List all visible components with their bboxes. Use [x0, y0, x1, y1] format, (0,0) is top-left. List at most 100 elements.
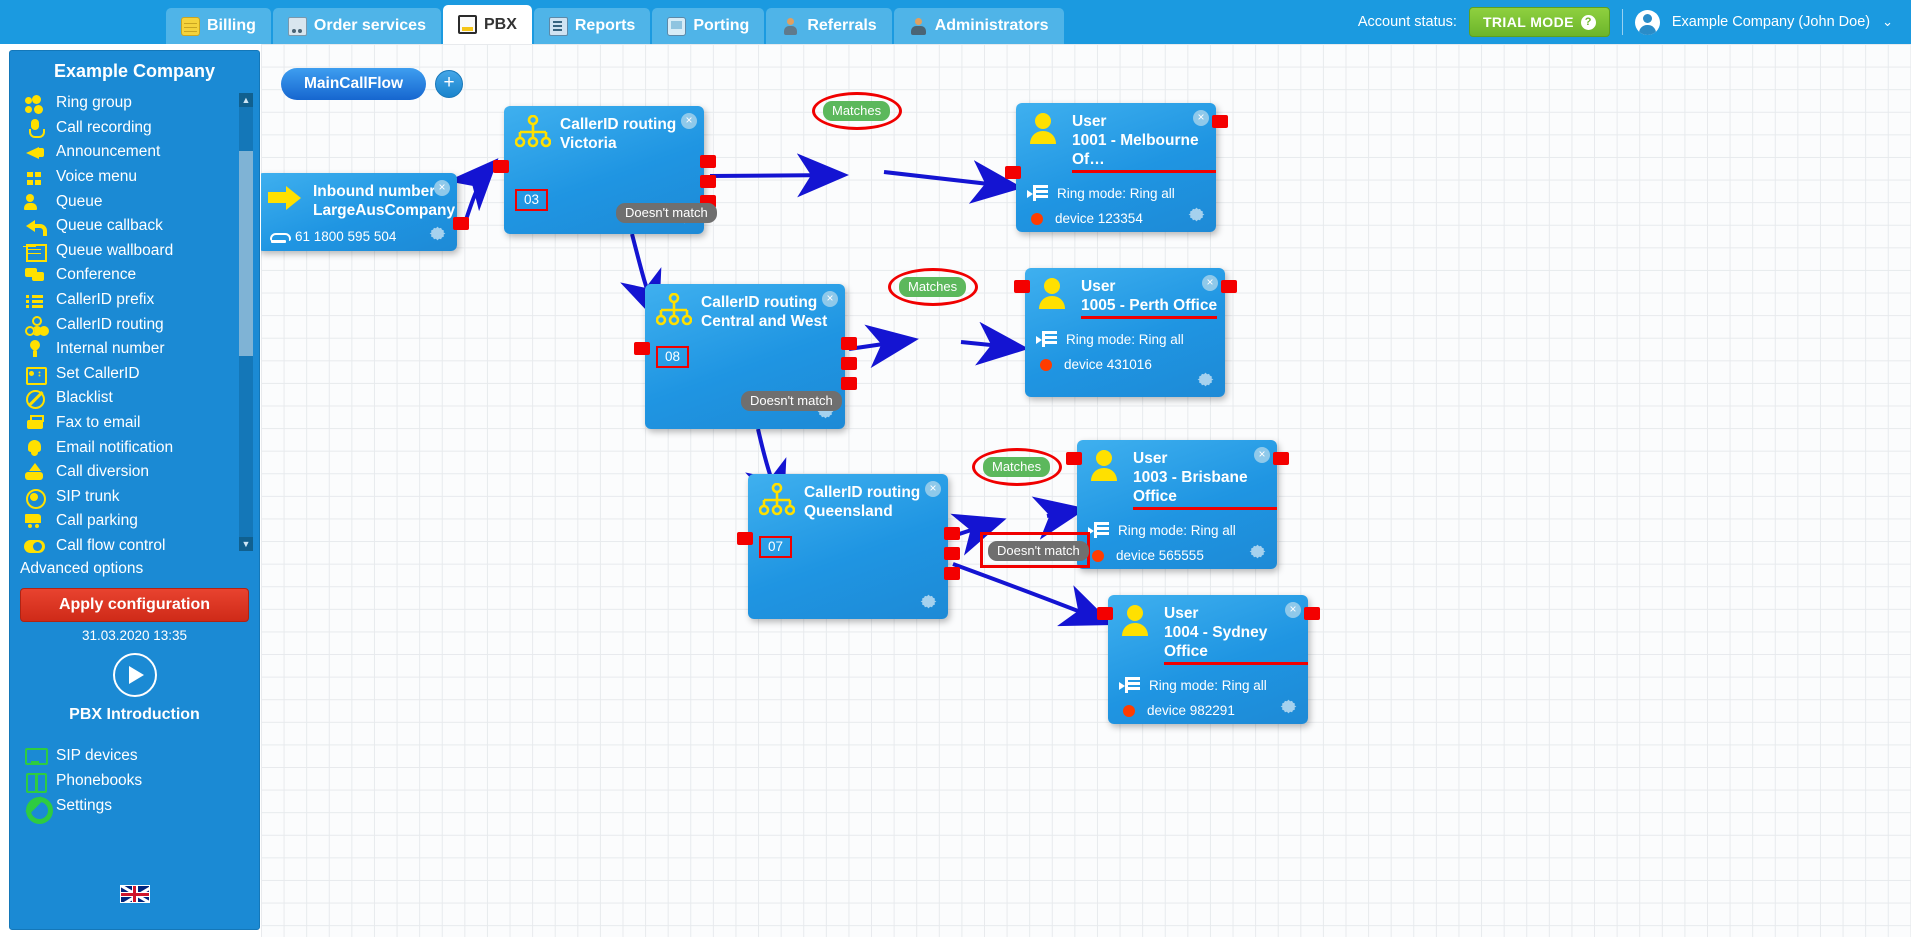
sidebar-item-call-recording[interactable]: Call recording — [10, 116, 259, 141]
sidebar-item-label: Call diversion — [56, 463, 150, 481]
sidebar-item-ring-group[interactable]: Ring group — [10, 91, 259, 116]
close-icon[interactable]: × — [822, 291, 838, 307]
sidebar-link-phonebooks[interactable]: Phonebooks — [24, 768, 259, 793]
close-icon[interactable]: × — [681, 113, 697, 129]
output-port[interactable] — [1212, 115, 1228, 128]
trial-mode-badge[interactable]: TRIAL MODE ? — [1468, 7, 1610, 37]
sidebar-link-sip-devices[interactable]: SIP devices — [24, 743, 259, 768]
sidebar-item-queue[interactable]: Queue — [10, 189, 259, 214]
output-port[interactable] — [1221, 280, 1237, 293]
sidebar-item-set-callerid[interactable]: Set CallerID — [10, 362, 259, 387]
node-user-sydney[interactable]: × User 1004 - Sydney Office Ring mode: R… — [1097, 595, 1320, 724]
user-name-label[interactable]: Example Company (John Doe) — [1672, 14, 1870, 30]
sidebar-scrollbar-thumb[interactable] — [239, 151, 253, 356]
sidebar-item-email-notification[interactable]: Email notification — [10, 435, 259, 460]
node-user-brisbane[interactable]: × User 1003 - Brisbane Office Ring mode:… — [1066, 440, 1289, 569]
sidebar-item-label: Call flow control — [56, 536, 166, 554]
input-port[interactable] — [1097, 607, 1113, 620]
advanced-options-link[interactable]: Advanced options — [10, 556, 259, 582]
tab-order-services[interactable]: Order services — [272, 8, 441, 44]
gear-icon[interactable] — [1186, 204, 1207, 225]
close-icon[interactable]: × — [1193, 110, 1209, 126]
node-user-perth[interactable]: × User 1005 - Perth Office Ring mode: Ri… — [1014, 268, 1237, 397]
sidebar-item-callerid-routing[interactable]: CallerID routing — [10, 312, 259, 337]
output-port[interactable] — [453, 217, 469, 230]
id-card-icon — [24, 364, 47, 385]
sidebar-item-label: Call recording — [56, 118, 152, 136]
user-icon — [1027, 112, 1063, 148]
sidebar-item-queue-callback[interactable]: Queue callback — [10, 214, 259, 239]
sidebar-item-sip-trunk[interactable]: SIP trunk — [10, 485, 259, 510]
node-ring-mode: Ring mode: Ring all — [1118, 523, 1236, 538]
sidebar-link-settings[interactable]: Settings — [24, 793, 259, 824]
output-port-matches[interactable] — [700, 155, 716, 168]
node-inbound-number[interactable]: × Inbound number LargeAusCompany 61 1800… — [261, 173, 469, 251]
output-port-doesnt-match[interactable] — [944, 567, 960, 580]
sidebar-item-fax-to-email[interactable]: Fax to email — [10, 411, 259, 436]
play-icon[interactable] — [112, 653, 157, 697]
add-flow-button[interactable]: + — [435, 70, 463, 98]
tab-administrators[interactable]: Administrators — [893, 8, 1064, 44]
output-port-matches[interactable] — [944, 527, 960, 540]
sidebar-item-blacklist[interactable]: Blacklist — [10, 386, 259, 411]
close-icon[interactable]: × — [1202, 275, 1218, 291]
gear-icon[interactable] — [427, 223, 448, 244]
output-port[interactable] — [1273, 452, 1289, 465]
node-title-line2: LargeAusCompany — [313, 202, 456, 219]
chevron-down-icon[interactable]: ⌄ — [1882, 14, 1893, 30]
gear-icon[interactable] — [1195, 369, 1216, 390]
close-icon[interactable]: × — [1254, 447, 1270, 463]
gear-icon[interactable] — [1278, 696, 1299, 717]
input-port[interactable] — [1014, 280, 1030, 293]
output-port-matches[interactable] — [841, 337, 857, 350]
sidebar-item-internal-number[interactable]: Internal number — [10, 337, 259, 362]
upload-arrow-icon — [24, 462, 46, 482]
uk-flag-icon[interactable] — [119, 885, 150, 903]
sidebar-item-call-flow-control[interactable]: Call flow control — [10, 534, 259, 559]
node-ring-mode: Ring mode: Ring all — [1149, 678, 1267, 693]
language-selector[interactable] — [10, 885, 259, 903]
input-port[interactable] — [1005, 166, 1021, 179]
sidebar-link-label: Settings — [56, 796, 113, 814]
input-port[interactable] — [1066, 452, 1082, 465]
monitor-icon — [24, 746, 48, 766]
gear-icon[interactable] — [1247, 541, 1268, 562]
output-port-2[interactable] — [944, 547, 960, 560]
tab-referrals[interactable]: Referrals — [766, 8, 892, 44]
output-port-doesnt-match[interactable] — [841, 377, 857, 390]
sidebar-item-call-diversion[interactable]: Call diversion — [10, 460, 259, 485]
node-title-line1: User — [1081, 278, 1116, 295]
gear-icon[interactable] — [918, 591, 939, 612]
sidebar-item-callerid-prefix[interactable]: CallerID prefix — [10, 288, 259, 313]
flow-tab-maincallflow[interactable]: MainCallFlow — [281, 68, 427, 100]
tab-reports[interactable]: Reports — [533, 8, 651, 44]
pbx-introduction-block[interactable]: PBX Introduction — [10, 645, 259, 724]
sidebar-item-call-parking[interactable]: Call parking — [10, 509, 259, 534]
apply-configuration-button[interactable]: Apply configuration — [20, 588, 249, 622]
tab-billing[interactable]: Billing — [166, 8, 271, 44]
output-port[interactable] — [1304, 607, 1320, 620]
scroll-down-button[interactable]: ▼ — [239, 537, 253, 551]
sidebar-item-voice-menu[interactable]: Voice menu — [10, 165, 259, 190]
call-flow-canvas[interactable]: MainCallFlow + × Inbound number LargeAus… — [261, 44, 1911, 937]
tab-pbx[interactable]: PBX — [442, 5, 532, 44]
input-port[interactable] — [493, 160, 509, 173]
node-callerid-routing-queensland[interactable]: × CallerID routing Queensland 07 — [737, 474, 960, 619]
output-port-2[interactable] — [841, 357, 857, 370]
sidebar-item-label: Queue — [56, 192, 103, 210]
sidebar-item-announcement[interactable]: Announcement — [10, 140, 259, 165]
output-port-2[interactable] — [700, 175, 716, 188]
scroll-up-button[interactable]: ▲ — [239, 93, 253, 107]
sidebar-item-label: Ring group — [56, 94, 132, 112]
tab-porting[interactable]: Porting — [652, 8, 765, 44]
help-icon[interactable]: ? — [1580, 14, 1596, 30]
node-user-melbourne[interactable]: × User 1001 - Melbourne Of… Ring mode: R… — [1005, 103, 1228, 232]
sidebar-item-conference[interactable]: Conference — [10, 263, 259, 288]
close-icon[interactable]: × — [1285, 602, 1301, 618]
sidebar-item-label: Set CallerID — [56, 364, 140, 382]
close-icon[interactable]: × — [434, 180, 450, 196]
input-port[interactable] — [634, 342, 650, 355]
input-port[interactable] — [737, 532, 753, 545]
close-icon[interactable]: × — [925, 481, 941, 497]
sidebar-item-queue-wallboard[interactable]: Queue wallboard — [10, 239, 259, 264]
